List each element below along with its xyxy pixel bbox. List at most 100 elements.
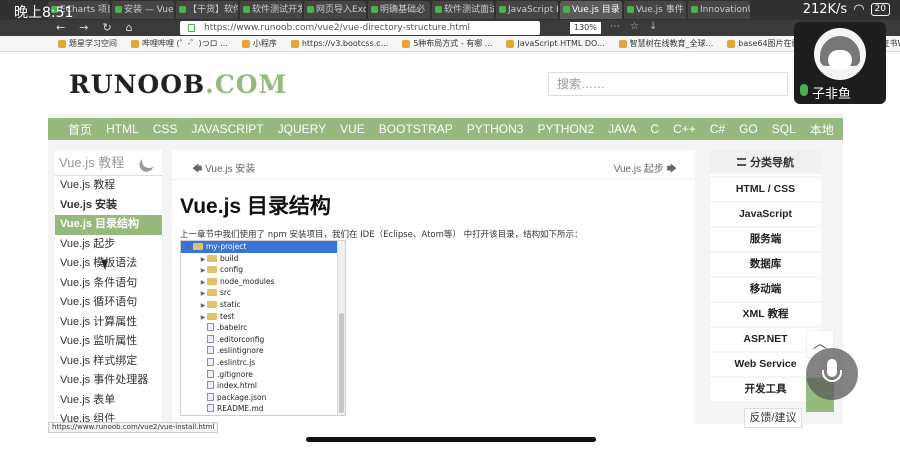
main-nav: 首页 HTML CSS JAVASCRIPT JQUERY VUE BOOTSTRAP PYT… <box>48 118 843 140</box>
tree-row: package.json <box>181 392 345 404</box>
bookmark-favicon-icon <box>506 39 515 48</box>
nav-item[interactable]: JAVA <box>608 122 636 136</box>
browser-tab[interactable]: 明确基础必 <box>368 1 430 19</box>
category-item[interactable]: JavaScript <box>710 203 821 226</box>
tab-strip: ECharts 项目安装 — Vue.js【干货】软件软件测试开发网页导入Exc… <box>48 1 900 19</box>
bookmark-favicon-icon <box>290 39 299 48</box>
streamer-name: 子非鱼 <box>812 87 852 102</box>
browser-tab[interactable]: 【干货】软件 <box>176 1 238 19</box>
feedback-button[interactable]: 反馈/建议 <box>744 408 802 428</box>
bookmark-item[interactable]: 小程序 <box>241 38 277 49</box>
bookmark-item[interactable]: JavaScript HTML DO... <box>506 39 605 48</box>
category-item[interactable]: XML 教程 <box>710 303 821 326</box>
tree-row: .editorconfig <box>181 334 345 346</box>
bookmark-label: 小程序 <box>252 39 277 48</box>
lock-icon <box>188 24 195 32</box>
forward-arrow-icon[interactable]: → <box>79 21 88 34</box>
sidebar-item[interactable]: Vue.js 计算属性 <box>55 313 162 333</box>
sidebar-item[interactable]: Vue.js 目录结构 <box>55 215 162 235</box>
nav-item[interactable]: C++ <box>673 122 696 136</box>
browser-tab[interactable]: 安装 — Vue.js <box>112 1 174 19</box>
site-logo[interactable]: RUNOOB.COM <box>69 70 287 99</box>
nav-item[interactable]: JAVASCRIPT <box>191 122 263 136</box>
nav-item[interactable]: C <box>650 122 659 136</box>
sidebar-item[interactable]: Vue.js 样式绑定 <box>55 352 162 372</box>
file-icon <box>207 392 214 401</box>
nav-item[interactable]: VUE <box>340 122 365 136</box>
nav-item[interactable]: BOOTSTRAP <box>379 122 453 136</box>
browser-tab[interactable]: 网页导入Exce <box>304 1 366 19</box>
voice-mic-button[interactable] <box>806 348 858 400</box>
bookmark-item[interactable]: 哔哩哔哩 (゜-゜)つロ ... <box>131 38 228 49</box>
tree-label: package.json <box>217 392 267 402</box>
nav-item[interactable]: 本地 <box>810 121 834 138</box>
bookmark-item[interactable]: https://v3.bootcss.c... <box>290 39 388 48</box>
browser-tab[interactable]: JavaScript H <box>496 1 558 19</box>
sidebar-item[interactable]: Vue.js 表单 <box>55 391 162 411</box>
category-item[interactable]: 移动端 <box>710 278 821 301</box>
next-link[interactable]: Vue.js 起步 🡆 <box>614 160 677 179</box>
sidebar-item[interactable]: Vue.js 安装 <box>55 196 162 216</box>
search-input[interactable]: 搜索…… <box>548 72 788 96</box>
folder-icon <box>207 277 217 285</box>
bookmark-label: 5种布局方式 - 有哪 ... <box>413 39 493 48</box>
bookmark-favicon-icon <box>241 39 250 48</box>
next-link-label: Vue.js 起步 <box>613 164 664 175</box>
nav-item[interactable]: GO <box>739 122 758 136</box>
bookmark-item[interactable]: 题星学习空间 <box>58 38 117 49</box>
file-icon <box>207 381 214 390</box>
menu-dots-icon[interactable]: ⋯ <box>610 21 620 32</box>
article-main: 🡄 Vue.js 安装 Vue.js 起步 🡆 Vue.js 目录结构 上一章节… <box>172 150 695 424</box>
sidebar-item[interactable]: Vue.js 循环语句 <box>55 293 162 313</box>
bookmark-star-icon[interactable]: ☆ <box>630 21 639 32</box>
category-nav-title: 分类导航 <box>710 150 821 176</box>
sidebar-item[interactable]: Vue.js 监听属性 <box>55 332 162 352</box>
zoom-level[interactable]: 130% <box>570 22 601 34</box>
nav-item[interactable]: HTML <box>106 122 139 136</box>
browser-tab[interactable]: 软件测试面试 <box>432 1 494 19</box>
nav-item[interactable]: JQUERY <box>278 122 326 136</box>
reload-icon[interactable]: ↻ <box>102 21 111 34</box>
category-item[interactable]: 数据库 <box>710 253 821 276</box>
sidebar-item[interactable]: Vue.js 起步 <box>55 235 162 255</box>
gesture-bar[interactable] <box>306 437 596 442</box>
sidebar-item[interactable]: Vue.js 条件语句 <box>55 274 162 294</box>
bookmark-item[interactable]: 5种布局方式 - 有哪 ... <box>402 38 492 49</box>
dark-mode-moon-icon[interactable] <box>139 151 158 170</box>
browser-tab[interactable]: InnovationU <box>688 1 750 19</box>
category-item[interactable]: 服务端 <box>710 228 821 251</box>
category-item[interactable]: 开发工具 <box>710 378 821 401</box>
sidebar-item[interactable]: Vue.js 模板语法 <box>55 254 162 274</box>
nav-item[interactable]: PYTHON2 <box>537 122 594 136</box>
sidebar-item[interactable]: Vue.js 教程 <box>55 176 162 196</box>
url-field[interactable]: https://www.runoob.com/vue2/vue-director… <box>180 21 540 35</box>
nav-item[interactable]: C# <box>710 122 725 136</box>
bookmark-item[interactable]: 智慧树在线教育_全球... <box>618 38 713 49</box>
browser-tab[interactable]: Vue.js 事件 <box>624 1 686 19</box>
back-arrow-icon[interactable]: ← <box>56 21 65 34</box>
sidebar-item[interactable]: Vue.js 事件处理器 <box>55 371 162 391</box>
nav-item[interactable]: SQL <box>772 122 796 136</box>
browser-tab[interactable]: Vue.js 目录 <box>560 1 622 19</box>
bookmark-label: 题星学习空间 <box>69 39 117 48</box>
tree-row: ▶ node_modules <box>181 276 345 288</box>
mic-icon <box>800 84 808 96</box>
category-item[interactable]: ASP.NET <box>710 328 821 351</box>
browser-tab[interactable]: 软件测试开发 <box>240 1 302 19</box>
category-item[interactable]: Web Service <box>710 353 821 376</box>
sidebar-list: Vue.js 教程 Vue.js 安装 Vue.js 目录结构 Vue.js 起步 Vu… <box>55 176 162 424</box>
folder-icon <box>207 300 217 308</box>
nav-item[interactable]: 首页 <box>68 121 92 138</box>
wifi-icon: ◠ <box>853 2 865 17</box>
site-header: RUNOOB.COM 搜索…… <box>48 52 843 114</box>
nav-item[interactable]: CSS <box>153 122 178 136</box>
home-icon[interactable]: ⌂ <box>126 21 133 34</box>
tree-row: ▼ my-project <box>181 241 345 253</box>
download-icon[interactable]: ↓ <box>649 21 657 32</box>
nav-item[interactable]: PYTHON3 <box>467 122 524 136</box>
folder-icon <box>207 266 217 274</box>
category-nav: 分类导航 HTML / CSS JavaScript 服务端 数据库 移动端 XML 教程… <box>710 150 821 424</box>
bookmark-label: 哔哩哔哩 (゜-゜)つロ ... <box>142 39 228 48</box>
category-item[interactable]: HTML / CSS <box>710 178 821 201</box>
prev-link[interactable]: 🡄 Vue.js 安装 <box>192 160 255 179</box>
